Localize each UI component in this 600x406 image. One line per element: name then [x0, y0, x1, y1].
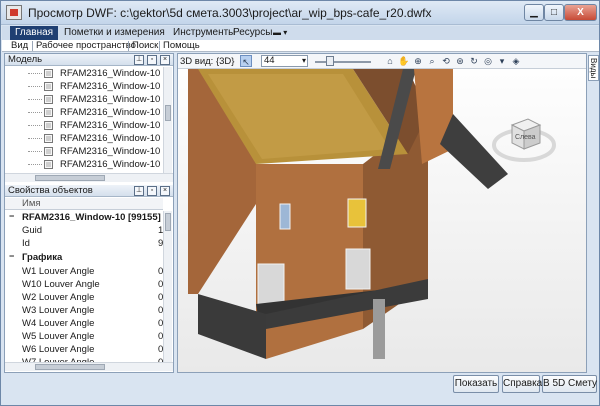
toolbar-dropdown-icon[interactable]: ▾: [496, 55, 508, 67]
left-panels: Модель ⊥ ▫ × RFAM2316_Window-10 [99155] …: [4, 53, 174, 373]
property-row[interactable]: Id 9: [5, 237, 163, 250]
element-icon: [44, 160, 53, 169]
props-column-header: Имя: [5, 198, 163, 210]
fit-icon[interactable]: ◎: [482, 55, 494, 67]
element-icon: [44, 69, 53, 78]
tree-item[interactable]: RFAM2316_Window-10 [99340]: [5, 93, 163, 106]
props-panel-title: Свойства объектов: [8, 185, 93, 196]
model-tree-hscroll[interactable]: [5, 173, 173, 182]
pan-hand-icon[interactable]: ✋: [398, 55, 410, 67]
orbit-icon[interactable]: ⟲: [440, 55, 452, 67]
tree-item[interactable]: RFAM2316_Window-10 [99658]: [5, 158, 163, 171]
app-window: Просмотр DWF: c:\gektor\5d смета.3003\pr…: [0, 0, 600, 406]
zoom-icon[interactable]: ⊕: [412, 55, 424, 67]
view-label: 3D вид: {3D}: [180, 56, 235, 67]
view-options-icon[interactable]: ◈: [510, 55, 522, 67]
property-row[interactable]: Guid 1: [5, 224, 163, 237]
property-row[interactable]: W6 Louver Angle 0: [5, 343, 163, 356]
model-tree-vscroll[interactable]: [163, 67, 172, 173]
menu-workspace[interactable]: Рабочее пространство: [33, 40, 139, 52]
close-button[interactable]: X: [564, 4, 597, 21]
property-row[interactable]: W3 Louver Angle 0: [5, 304, 163, 317]
element-icon: [44, 95, 53, 104]
window-title: Просмотр DWF: c:\gektor\5d смета.3003\pr…: [28, 6, 432, 20]
show-button[interactable]: Показать: [453, 375, 499, 393]
viewcube-label: Слева: [515, 134, 536, 141]
property-row[interactable]: W5 Louver Angle 0: [5, 330, 163, 343]
collapse-icon[interactable]: −: [9, 252, 17, 261]
view-toolbar: 3D вид: {3D} ↖ 44 ⌂ ✋ ⊕ ⌕ ⟲ ⊛ ↻ ◎ ▾ ◈: [178, 54, 586, 69]
walk-icon[interactable]: ↻: [468, 55, 480, 67]
tree-item[interactable]: RFAM2316_Window-10 [99155]: [5, 67, 163, 80]
property-row[interactable]: W1 Louver Angle 0: [5, 265, 163, 278]
model-panel-header: Модель ⊥ ▫ ×: [5, 54, 173, 66]
menu-help[interactable]: Помощь: [160, 40, 203, 52]
side-panel-strip: Виды: [588, 53, 599, 373]
property-row[interactable]: W10 Louver Angle 0: [5, 278, 163, 291]
title-bar: Просмотр DWF: c:\gektor\5d смета.3003\pr…: [1, 1, 599, 25]
float-panel-icon[interactable]: ▫: [147, 186, 157, 196]
pin-icon[interactable]: ⊥: [134, 186, 144, 196]
property-row[interactable]: W2 Louver Angle 0: [5, 291, 163, 304]
collapse-icon[interactable]: −: [9, 212, 17, 221]
tree-item[interactable]: RFAM2316_Window-10 [99486]: [5, 119, 163, 132]
graphics-group-row[interactable]: − Графика: [5, 251, 163, 264]
ribbon-tabs: Главная Пометки и измерения Инструменты …: [2, 26, 599, 40]
close-panel-icon[interactable]: ×: [160, 55, 170, 65]
viewcube[interactable]: Слева: [486, 109, 566, 179]
element-icon: [44, 147, 53, 156]
support-column: [373, 299, 385, 359]
zoom-window-icon[interactable]: ⌕: [426, 55, 438, 67]
model-panel-title: Модель: [8, 54, 43, 65]
app-logo-icon: [6, 5, 22, 20]
object-group-row[interactable]: − RFAM2316_Window-10 [99155]: [5, 211, 163, 224]
tree-item[interactable]: RFAM2316_Window-10 [99616]: [5, 145, 163, 158]
menu-view[interactable]: Вид: [8, 40, 31, 52]
building-model[interactable]: [178, 54, 586, 372]
window-glass: [279, 203, 291, 230]
column-name-label: Имя: [22, 198, 41, 209]
float-panel-icon[interactable]: ▫: [147, 55, 157, 65]
zoom-select[interactable]: 44: [261, 55, 308, 67]
3d-viewport[interactable]: 3D вид: {3D} ↖ 44 ⌂ ✋ ⊕ ⌕ ⟲ ⊛ ↻ ◎ ▾ ◈ Сл…: [177, 53, 587, 373]
tree-item[interactable]: RFAM2316_Window-10 [99561]: [5, 132, 163, 145]
properties-list: − RFAM2316_Window-10 [99155] Guid 1 Id 9 −…: [5, 211, 163, 371]
tree-item[interactable]: RFAM2316_Window-10 [99398]: [5, 106, 163, 119]
close-panel-icon[interactable]: ×: [160, 186, 170, 196]
group-name: Графика: [22, 252, 63, 263]
look-icon[interactable]: ⊛: [454, 55, 466, 67]
minimize-button[interactable]: ▁: [524, 4, 544, 21]
select-arrow-icon[interactable]: ↖: [240, 55, 252, 67]
tab-markup[interactable]: Пометки и измерения: [59, 26, 170, 40]
menu-bar: Вид Рабочее пространство Поиск Помощь: [2, 40, 599, 52]
element-icon: [44, 134, 53, 143]
props-hscroll[interactable]: [5, 362, 173, 371]
element-icon: [44, 82, 53, 91]
estimate-button[interactable]: В 5D Смету: [542, 375, 597, 393]
pin-icon[interactable]: ⊥: [134, 55, 144, 65]
object-name: RFAM2316_Window-10 [99155]: [22, 212, 161, 223]
plinth-left: [198, 294, 266, 359]
door-right: [345, 248, 371, 290]
element-icon: [44, 108, 53, 117]
zoom-slider-thumb[interactable]: [326, 56, 334, 66]
tree-item[interactable]: RFAM2316_Window-10 [99226]: [5, 80, 163, 93]
tab-resources[interactable]: Ресурсы: [228, 26, 277, 40]
props-vscroll[interactable]: [163, 211, 172, 362]
zoom-slider-track[interactable]: [315, 61, 371, 63]
element-icon: [44, 121, 53, 130]
views-tab[interactable]: Виды: [588, 55, 599, 81]
footer-bar: Показать Справка В 5D Смету: [2, 374, 599, 405]
menu-search[interactable]: Поиск: [129, 40, 161, 52]
props-panel-header: Свойства объектов ⊥ ▫ ×: [5, 185, 173, 197]
home-icon[interactable]: ⌂: [384, 55, 396, 67]
window-yellow: [347, 198, 367, 228]
help-button[interactable]: Справка: [502, 375, 542, 393]
quick-access-dropdown[interactable]: ▬ ▾: [273, 28, 292, 38]
property-row[interactable]: W4 Louver Angle 0: [5, 317, 163, 330]
maximize-button[interactable]: □: [544, 4, 564, 21]
tab-home[interactable]: Главная: [10, 26, 59, 40]
